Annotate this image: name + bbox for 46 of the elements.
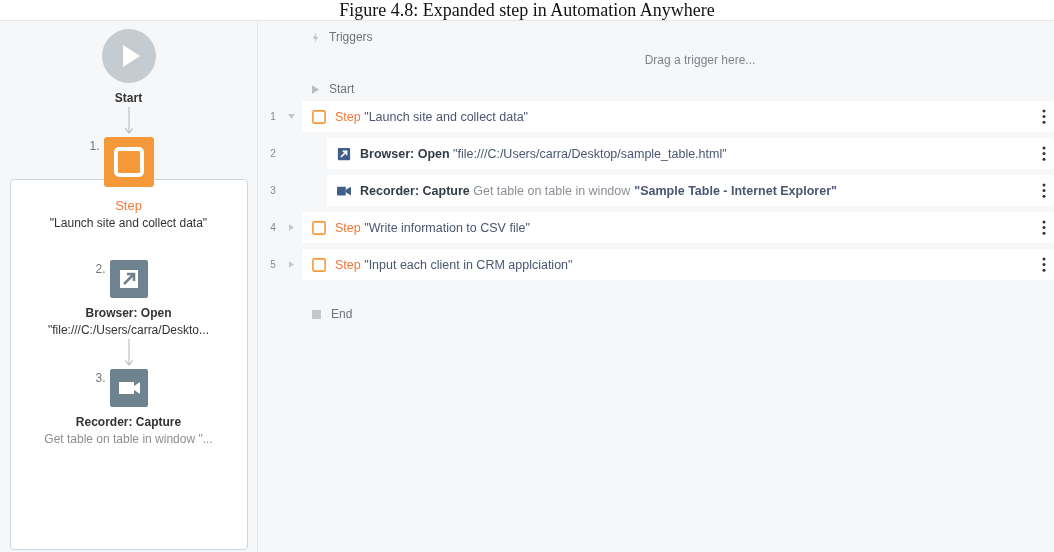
- line-number: 4: [269, 222, 277, 233]
- node-detail: Get table on table in window "...: [44, 432, 213, 446]
- start-play-icon[interactable]: [101, 29, 156, 83]
- step-number: 3.: [95, 371, 106, 385]
- action-row[interactable]: Step "Write information to CSV file": [302, 212, 1054, 243]
- action-text: Step "Input each client in CRM applciation": [335, 257, 574, 272]
- step-number: 2.: [95, 262, 106, 276]
- connector-arrow: [123, 107, 134, 135]
- line-number: 5: [269, 259, 277, 270]
- lightning-icon: [312, 31, 319, 43]
- node-detail: "file:///C:/Users/carra/Deskto...: [48, 323, 209, 337]
- more-options-icon[interactable]: [1042, 220, 1046, 235]
- line-number: 3: [269, 185, 277, 196]
- action-text: Browser: Open "file:///C:/Users/carra/Desktop/sample_table.html": [360, 146, 728, 161]
- more-options-icon[interactable]: [1042, 257, 1046, 272]
- stop-square-icon: [312, 309, 321, 319]
- node-title: Step: [115, 198, 142, 213]
- play-icon: [312, 84, 319, 94]
- action-text: Step "Launch site and collect data": [335, 109, 530, 124]
- step-square-icon: [312, 257, 326, 272]
- node-title: Recorder: Capture: [75, 415, 182, 429]
- more-options-icon[interactable]: [1042, 109, 1046, 124]
- end-label: End: [331, 307, 353, 321]
- step-square-icon: [312, 109, 326, 124]
- line-number: 1: [269, 111, 277, 122]
- action-text: Step "Write information to CSV file": [335, 220, 531, 235]
- action-row[interactable]: Step "Input each client in CRM applciation": [302, 249, 1054, 280]
- more-options-icon[interactable]: [1042, 146, 1046, 161]
- action-row[interactable]: Browser: Open "file:///C:/Users/carra/Desktop/sample_table.html": [327, 138, 1054, 169]
- start-label: Start: [114, 91, 143, 105]
- step-square-icon[interactable]: [103, 137, 154, 187]
- action-row[interactable]: Step "Launch site and collect data": [302, 101, 1054, 132]
- line-number: 2: [269, 148, 277, 159]
- triggers-label: Triggers: [329, 30, 373, 44]
- step-number: 1.: [89, 139, 100, 153]
- node-detail: "Launch site and collect data": [49, 216, 208, 230]
- figure-caption: Figure 4.8: Expanded step in Automation Anywhere: [339, 1, 715, 20]
- action-row[interactable]: Recorder: Capture Get table on table in window "Sample Table - Internet Explorer": [327, 175, 1054, 206]
- node-title: Browser: Open: [85, 306, 172, 320]
- more-options-icon[interactable]: [1042, 183, 1046, 198]
- step-square-icon: [312, 220, 326, 235]
- trigger-drop-hint: Drag a trigger here...: [644, 53, 756, 67]
- action-text: Recorder: Capture Get table on table in window "Sample Table - Internet Explorer": [360, 183, 838, 198]
- start-label: Start: [329, 82, 355, 96]
- video-camera-icon[interactable]: [109, 369, 148, 407]
- connector-arrow: [123, 339, 134, 367]
